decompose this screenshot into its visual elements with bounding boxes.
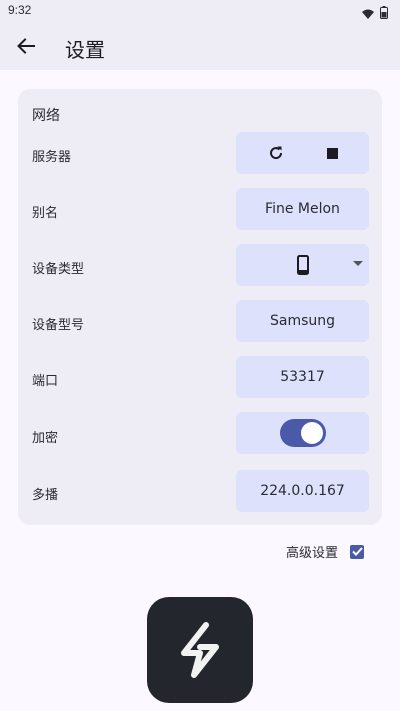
device-model-label: 设备型号 bbox=[32, 318, 85, 333]
encryption-label: 加密 bbox=[32, 431, 59, 446]
advanced-settings-checkbox[interactable] bbox=[350, 544, 364, 559]
refresh-button[interactable] bbox=[268, 145, 284, 161]
port-field[interactable]: 53317 bbox=[236, 356, 369, 398]
multicast-field[interactable]: 224.0.0.167 bbox=[236, 470, 369, 512]
device-model-field[interactable]: Samsung bbox=[236, 300, 369, 342]
refresh-icon bbox=[269, 146, 282, 160]
phone-icon bbox=[296, 255, 309, 275]
alias-label: 别名 bbox=[32, 206, 59, 221]
status-time: 9:32 bbox=[8, 3, 32, 17]
check-icon bbox=[351, 547, 363, 556]
server-controls bbox=[236, 132, 369, 174]
lightning-logo-icon bbox=[181, 622, 219, 678]
port-label: 端口 bbox=[32, 374, 59, 389]
multicast-label: 多播 bbox=[32, 488, 59, 503]
app-logo bbox=[147, 597, 253, 703]
multicast-value: 224.0.0.167 bbox=[260, 483, 345, 499]
battery-icon bbox=[380, 4, 388, 23]
device-model-value: Samsung bbox=[269, 313, 336, 329]
status-icons bbox=[362, 4, 388, 23]
stop-icon bbox=[326, 147, 338, 159]
stop-button[interactable] bbox=[326, 147, 338, 159]
back-button[interactable] bbox=[12, 32, 40, 60]
device-type-label: 设备类型 bbox=[32, 262, 85, 277]
app-bar: 设置 bbox=[0, 24, 400, 70]
server-label: 服务器 bbox=[32, 150, 72, 165]
device-type-dropdown[interactable] bbox=[236, 244, 369, 286]
encryption-toggle[interactable] bbox=[279, 419, 326, 447]
advanced-settings: 高级设置 bbox=[286, 542, 364, 561]
alias-value: Fine Melon bbox=[265, 201, 340, 217]
wifi-icon bbox=[362, 4, 374, 23]
port-value: 53317 bbox=[280, 369, 325, 385]
network-settings-card: 网络 服务器 别名 Fine Melon 设备类型 设备型号 Samsung 端… bbox=[18, 89, 382, 525]
advanced-settings-label: 高级设置 bbox=[285, 546, 338, 561]
dropdown-arrow-icon bbox=[353, 261, 363, 266]
page-title: 设置 bbox=[65, 38, 105, 62]
toggle-knob bbox=[300, 422, 323, 444]
encryption-control bbox=[236, 412, 369, 454]
status-bar: 9:32 bbox=[0, 0, 400, 24]
section-title-network: 网络 bbox=[32, 108, 60, 124]
alias-field[interactable]: Fine Melon bbox=[236, 188, 369, 230]
arrow-back-icon bbox=[17, 38, 35, 54]
